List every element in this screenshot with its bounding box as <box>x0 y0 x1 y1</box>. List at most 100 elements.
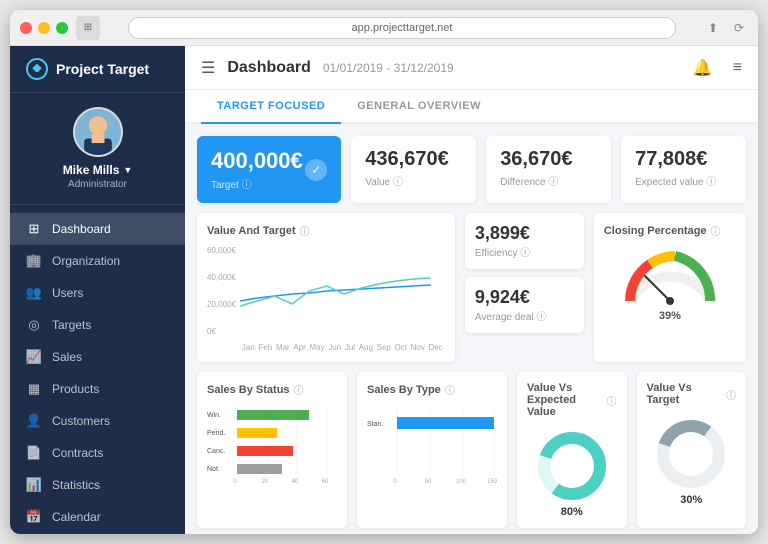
second-row: Value And Target ⓘ 60,000€ 40,000€ 20,00… <box>197 213 746 362</box>
sales-by-type-card: Sales By Type ⓘ Stan. 0 50 100 150 <box>357 372 507 528</box>
sales-by-type-title: Sales By Type ⓘ <box>367 382 497 397</box>
tab-target-focused[interactable]: TARGET FOCUSED <box>201 90 341 124</box>
svg-text:Stan.: Stan. <box>367 421 383 428</box>
user-role: Administrator <box>68 179 127 190</box>
url-bar[interactable]: app.projecttarget.net <box>128 17 676 39</box>
url-text: app.projecttarget.net <box>352 22 453 34</box>
line-chart-card: Value And Target ⓘ 60,000€ 40,000€ 20,00… <box>197 213 455 362</box>
maximize-button[interactable] <box>56 22 68 34</box>
sidebar-item-statistics[interactable]: 📊 Statistics <box>10 469 185 501</box>
efficiency-value: 3,899€ <box>475 223 574 244</box>
kpi-row: 400,000€ Target ⓘ ✓ 436,670€ Value ⓘ 36,… <box>197 136 746 203</box>
contracts-icon: 📄 <box>26 445 42 461</box>
value-vs-target-title: Value Vs Target ⓘ <box>647 382 737 406</box>
kpi-target-info: 400,000€ Target ⓘ <box>211 148 303 191</box>
page-title: Dashboard <box>227 59 311 77</box>
svg-text:40: 40 <box>292 479 299 485</box>
sidebar-item-label: Organization <box>52 254 120 268</box>
kpi-target-check: ✓ <box>305 159 327 181</box>
logo-text: Project Target <box>56 61 149 77</box>
kpi-diff-label: Difference ⓘ <box>500 173 597 188</box>
menu-icon[interactable]: ☰ <box>201 58 215 78</box>
traffic-lights <box>20 22 68 34</box>
sidebar-nav: ⊞ Dashboard 🏢 Organization 👥 Users ◎ Tar… <box>10 205 185 534</box>
svg-text:100: 100 <box>456 479 467 485</box>
dashboard-content: 400,000€ Target ⓘ ✓ 436,670€ Value ⓘ 36,… <box>185 124 758 534</box>
donut-expected-pct: 80% <box>561 506 583 518</box>
browser-actions: ⬆ ⟳ <box>704 19 748 37</box>
third-row: Sales By Status ⓘ Win. Pend. <box>197 372 746 528</box>
sidebar-item-label: Calendar <box>52 510 101 524</box>
value-vs-target-card: Value Vs Target ⓘ 30% <box>637 372 747 528</box>
sidebar-logo: Project Target <box>10 46 185 93</box>
svg-text:50: 50 <box>425 479 432 485</box>
sidebar-item-label: Contracts <box>52 446 103 460</box>
targets-icon: ◎ <box>26 317 42 333</box>
avatar <box>73 107 123 157</box>
tab-general-overview[interactable]: GENERAL OVERVIEW <box>341 90 497 124</box>
sidebar-item-label: Products <box>52 382 99 396</box>
sidebar-item-label: Dashboard <box>52 222 111 236</box>
kpi-target: 400,000€ Target ⓘ ✓ <box>197 136 341 203</box>
stats-column: 3,899€ Efficiency ⓘ 9,924€ Average deal … <box>465 213 584 362</box>
donut-target-pct: 30% <box>680 494 702 506</box>
avatar-image <box>75 107 121 157</box>
sidebar: Project Target Mike Mills ▼ Administrato… <box>10 46 185 534</box>
logo-icon <box>26 58 48 80</box>
closing-pct-card: Closing Percentage ⓘ <box>594 213 746 362</box>
sales-by-type-svg: Stan. 0 50 100 150 <box>367 405 497 485</box>
notification-icon[interactable]: 🔔 <box>693 58 713 78</box>
value-vs-expected-card: Value Vs Expected Value ⓘ 80% <box>517 372 627 528</box>
sales-by-status-card: Sales By Status ⓘ Win. Pend. <box>197 372 347 528</box>
app-container: Project Target Mike Mills ▼ Administrato… <box>10 46 758 534</box>
tab-bar: TARGET FOCUSED GENERAL OVERVIEW <box>185 90 758 124</box>
efficiency-card: 3,899€ Efficiency ⓘ <box>465 213 584 269</box>
browser-bar: ⊞ app.projecttarget.net ⬆ ⟳ <box>10 10 758 46</box>
sidebar-item-customers[interactable]: 👤 Customers <box>10 405 185 437</box>
calendar-icon: 📅 <box>26 509 42 525</box>
gauge-pct: 39% <box>659 310 681 322</box>
sidebar-item-targets[interactable]: ◎ Targets <box>10 309 185 341</box>
kpi-value-amount: 436,670€ <box>365 148 462 171</box>
sidebar-item-products[interactable]: ▦ Products <box>10 373 185 405</box>
sidebar-item-contracts[interactable]: 📄 Contracts <box>10 437 185 469</box>
dashboard-icon: ⊞ <box>26 221 42 237</box>
closing-pct-title: Closing Percentage ⓘ <box>604 223 736 238</box>
svg-text:Canc.: Canc. <box>207 448 225 455</box>
sidebar-item-users[interactable]: 👥 Users <box>10 277 185 309</box>
share-icon[interactable]: ⬆ <box>704 19 722 37</box>
date-range: 01/01/2019 - 31/12/2019 <box>323 61 454 75</box>
y-axis-labels: 60,000€ 40,000€ 20,000€ 0€ <box>207 246 236 336</box>
svg-text:0: 0 <box>393 479 397 485</box>
kpi-expected: 77,808€ Expected value ⓘ <box>621 136 746 203</box>
filter-icon[interactable]: ≡ <box>733 59 742 77</box>
sidebar-item-label: Statistics <box>52 478 100 492</box>
statistics-icon: 📊 <box>26 477 42 493</box>
avg-deal-label: Average deal ⓘ <box>475 308 574 323</box>
close-button[interactable] <box>20 22 32 34</box>
kpi-exp-label: Expected value ⓘ <box>635 173 732 188</box>
products-icon: ▦ <box>26 381 42 397</box>
donut-expected-svg <box>532 426 612 506</box>
sidebar-item-competition[interactable]: 🏆 Competition <box>10 533 185 534</box>
kpi-target-value: 400,000€ <box>211 148 303 174</box>
minimize-button[interactable] <box>38 22 50 34</box>
svg-text:0: 0 <box>233 479 237 485</box>
sidebar-item-organization[interactable]: 🏢 Organization <box>10 245 185 277</box>
gauge-container: 39% <box>604 246 736 322</box>
refresh-icon[interactable]: ⟳ <box>730 19 748 37</box>
main-content: ☰ Dashboard 01/01/2019 - 31/12/2019 🔔 ≡ … <box>185 46 758 534</box>
sidebar-item-calendar[interactable]: 📅 Calendar <box>10 501 185 533</box>
organization-icon: 🏢 <box>26 253 42 269</box>
x-axis-labels: JanFebMarAprMayJun JulAugSepOctNovDec <box>240 343 445 352</box>
svg-text:Not.: Not. <box>207 466 220 473</box>
kpi-value-label: Value ⓘ <box>365 173 462 188</box>
sidebar-item-sales[interactable]: 📈 Sales <box>10 341 185 373</box>
sidebar-profile: Mike Mills ▼ Administrator <box>10 93 185 205</box>
kpi-value: 436,670€ Value ⓘ <box>351 136 476 203</box>
line-chart-svg <box>240 246 445 336</box>
sidebar-item-label: Sales <box>52 350 82 364</box>
sidebar-item-dashboard[interactable]: ⊞ Dashboard <box>10 213 185 245</box>
browser-icon: ⊞ <box>76 16 100 40</box>
users-icon: 👥 <box>26 285 42 301</box>
